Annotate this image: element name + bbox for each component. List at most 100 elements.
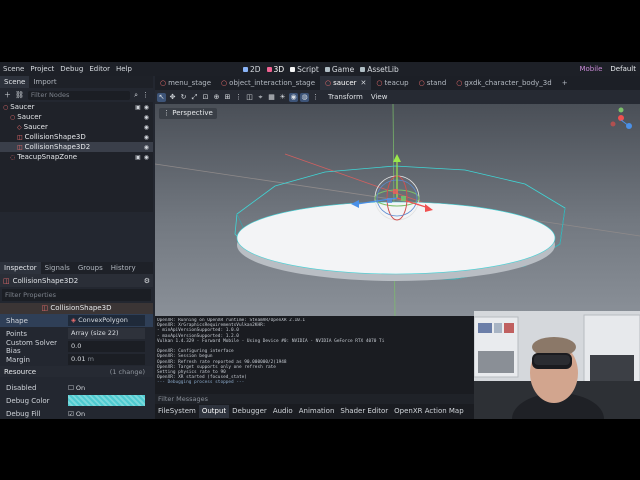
console-line: --- Debugging process stopped --- bbox=[157, 380, 245, 386]
filter-nodes-input[interactable]: Filter Nodes bbox=[27, 90, 131, 100]
move-tool-icon[interactable]: ✥ bbox=[168, 93, 177, 102]
tab-history[interactable]: History bbox=[107, 262, 140, 274]
scene-tab-teacup[interactable]: ○ teacup bbox=[371, 76, 413, 90]
menu-scene[interactable]: Scene bbox=[0, 65, 27, 73]
workspace-game[interactable]: Game bbox=[324, 65, 354, 74]
resource-section[interactable]: Resource (1 change) bbox=[0, 366, 153, 377]
local-space-icon[interactable]: ◫ bbox=[245, 93, 254, 102]
shape-resource-picker[interactable]: ◈ ConvexPolygon bbox=[68, 315, 145, 326]
tab-inspector[interactable]: Inspector bbox=[0, 262, 41, 274]
film-icon[interactable]: ▣ bbox=[135, 154, 141, 161]
layout-select[interactable]: Default bbox=[610, 65, 636, 73]
add-scene-tab-button[interactable]: + bbox=[557, 76, 573, 90]
visibility-icon[interactable]: ◉ bbox=[144, 154, 149, 161]
add-node-icon[interactable]: ＋ bbox=[4, 90, 11, 100]
prop-custom-solver-bias[interactable]: Custom Solver Bias 0.0 bbox=[0, 339, 153, 355]
tab-import[interactable]: Import bbox=[29, 76, 60, 88]
tree-row-selected[interactable]: ◫ CollisionShape3D2 ◉ bbox=[0, 142, 153, 152]
scene-tab-saucer[interactable]: ○ saucer ✕ bbox=[320, 76, 372, 90]
plane-handle-xy[interactable] bbox=[393, 189, 398, 194]
tab-signals[interactable]: Signals bbox=[41, 262, 74, 274]
debug-color-swatch[interactable] bbox=[68, 395, 145, 406]
rotate-tool-icon[interactable]: ↻ bbox=[179, 93, 188, 102]
lock-icon[interactable]: ⊕ bbox=[212, 93, 221, 102]
tree-row[interactable]: ◌ TeacupSnapZone ▣ ◉ bbox=[0, 152, 153, 162]
film-icon[interactable]: ▣ bbox=[135, 104, 141, 111]
menu-editor[interactable]: Editor bbox=[86, 65, 113, 73]
prop-shape[interactable]: Shape ◈ ConvexPolygon bbox=[0, 314, 153, 327]
tab-shader-editor[interactable]: Shader Editor bbox=[337, 405, 391, 418]
move-gizmo-y-arrow[interactable] bbox=[393, 154, 401, 162]
filter-properties-input[interactable]: Filter Properties bbox=[2, 289, 151, 301]
points-array-button[interactable]: Array (size 22) bbox=[68, 328, 145, 339]
tree-row[interactable]: ○ Saucer ▣ ◉ bbox=[0, 102, 153, 112]
menu-help[interactable]: Help bbox=[113, 65, 135, 73]
workspace-3d[interactable]: 3D bbox=[266, 65, 284, 74]
renderer-select[interactable]: Mobile bbox=[579, 65, 602, 73]
debug-fill-checkbox[interactable]: ☑ On bbox=[68, 410, 85, 418]
tab-audio[interactable]: Audio bbox=[270, 405, 296, 418]
tree-row[interactable]: ◇ Saucer ◉ bbox=[0, 122, 153, 132]
tab-debugger[interactable]: Debugger bbox=[229, 405, 270, 418]
scale-tool-icon[interactable]: ⤢ bbox=[190, 93, 199, 102]
visibility-icon[interactable]: ◉ bbox=[144, 134, 149, 141]
plane-handle-xz[interactable] bbox=[401, 196, 406, 201]
prop-debug-color[interactable]: Debug Color bbox=[0, 394, 153, 407]
perspective-menu[interactable]: ⋮ Perspective bbox=[159, 108, 217, 119]
menu-dots-icon[interactable]: ⋮ bbox=[142, 91, 149, 99]
workspace-2d[interactable]: 2D bbox=[243, 65, 261, 74]
link-icon[interactable]: ⛓ bbox=[15, 91, 24, 99]
more-icon[interactable]: ⋮ bbox=[311, 93, 320, 102]
menu-project[interactable]: Project bbox=[27, 65, 57, 73]
disabled-checkbox[interactable]: ☐ On bbox=[68, 384, 85, 392]
scene-tab-menu-stage[interactable]: ○ menu_stage bbox=[155, 76, 216, 90]
scene-tab-character-body[interactable]: ○ gxdk_character_body_3d bbox=[451, 76, 556, 90]
view-gizmo-y[interactable] bbox=[618, 107, 624, 113]
ruler-icon[interactable]: ⋮ bbox=[234, 93, 243, 102]
prop-label: Shape bbox=[6, 316, 28, 325]
filter-messages-input[interactable]: Filter Messages bbox=[155, 394, 475, 404]
prop-margin[interactable]: Margin 0.01 m bbox=[0, 353, 153, 366]
tab-animation[interactable]: Animation bbox=[296, 405, 338, 418]
sun-icon[interactable]: ☀ bbox=[278, 93, 287, 102]
tree-row[interactable]: ◫ CollisionShape3D ◉ bbox=[0, 132, 153, 142]
3d-viewport[interactable]: ⋮ Perspective bbox=[155, 104, 640, 316]
transform-menu[interactable]: Transform bbox=[328, 93, 363, 101]
tab-filesystem[interactable]: FileSystem bbox=[155, 405, 199, 418]
search-icon[interactable]: ⌕ bbox=[134, 91, 138, 100]
snap-icon[interactable]: ⌖ bbox=[256, 93, 265, 102]
section-header[interactable]: ◫ CollisionShape3D bbox=[0, 303, 153, 314]
plane-handle-yz[interactable] bbox=[387, 198, 392, 203]
tab-scene[interactable]: Scene bbox=[0, 76, 30, 88]
visibility-icon[interactable]: ◉ bbox=[144, 104, 149, 111]
view-gizmo-neg-x[interactable] bbox=[610, 121, 616, 127]
inspected-node-bar[interactable]: ◫ CollisionShape3D2 ⚙ bbox=[0, 274, 153, 287]
prop-debug-fill[interactable]: Debug Fill ☑ On bbox=[0, 407, 153, 419]
scene-tab-object-interaction-stage[interactable]: ○ object_interaction_stage bbox=[216, 76, 320, 90]
camera-icon[interactable]: ▦ bbox=[267, 93, 276, 102]
tab-openxr-action-map[interactable]: OpenXR Action Map bbox=[391, 405, 467, 418]
scene-tab-stand[interactable]: ○ stand bbox=[414, 76, 452, 90]
workspace-assetlib-label: AssetLib bbox=[367, 64, 399, 74]
close-icon[interactable]: ✕ bbox=[361, 76, 367, 90]
group-icon[interactable]: ⊞ bbox=[223, 93, 232, 102]
solver-bias-field[interactable]: 0.0 bbox=[68, 341, 145, 352]
select-tool-icon[interactable]: ↖ bbox=[157, 92, 166, 102]
visibility-icon[interactable]: ◉ bbox=[144, 124, 149, 131]
tab-groups[interactable]: Groups bbox=[74, 262, 107, 274]
workspace-script[interactable]: Script bbox=[290, 65, 319, 74]
environment-icon[interactable]: ◉ bbox=[289, 92, 298, 102]
margin-field[interactable]: 0.01 m bbox=[68, 354, 145, 365]
visibility-icon[interactable]: ◉ bbox=[144, 144, 149, 151]
selectable-tool-icon[interactable]: ⊡ bbox=[201, 93, 210, 102]
menu-debug[interactable]: Debug bbox=[57, 65, 86, 73]
tools-icon[interactable]: ⚙ bbox=[144, 277, 150, 285]
visibility-icon[interactable]: ◉ bbox=[144, 114, 149, 121]
prop-disabled[interactable]: Disabled ☐ On bbox=[0, 381, 153, 394]
globe-icon[interactable]: ◍ bbox=[300, 92, 309, 102]
tree-row[interactable]: ○ Saucer ◉ bbox=[0, 112, 153, 122]
workspace-assetlib[interactable]: AssetLib bbox=[360, 65, 399, 74]
renderer-controls: Mobile Default bbox=[579, 62, 636, 76]
tab-output[interactable]: Output bbox=[198, 405, 230, 418]
view-menu[interactable]: View bbox=[371, 93, 388, 101]
